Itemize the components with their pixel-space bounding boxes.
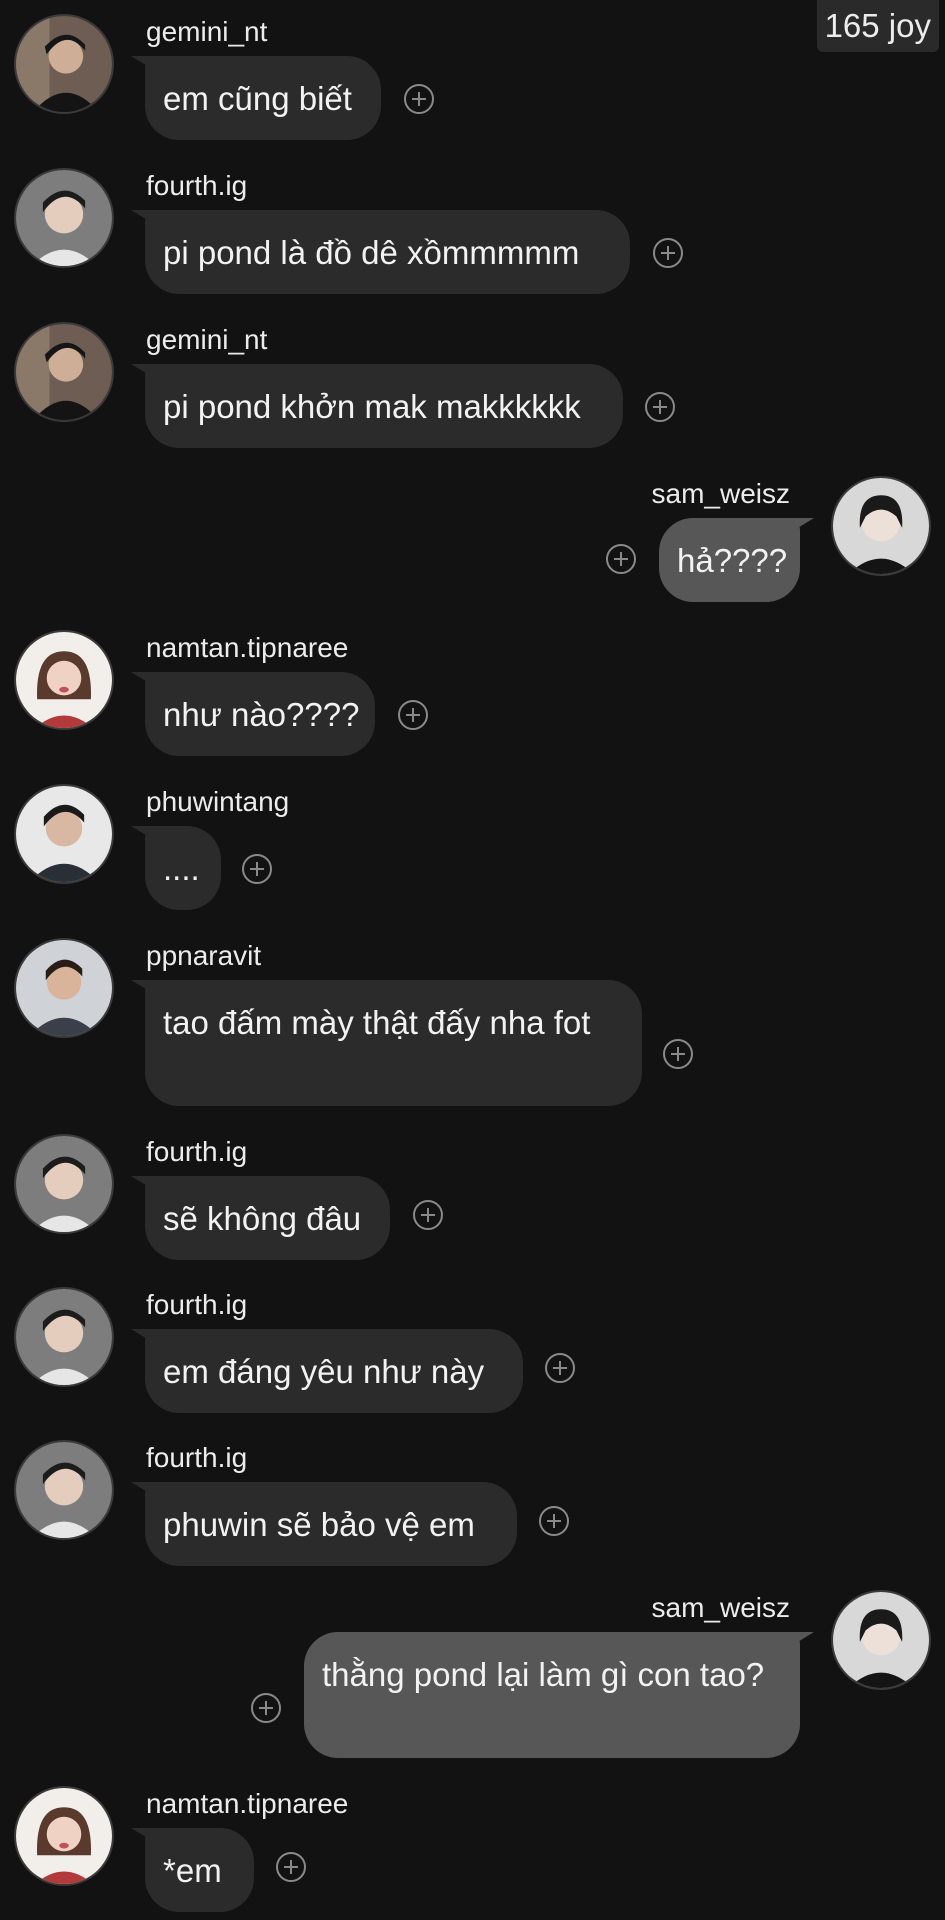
message-bubble[interactable]: em cũng biết: [145, 56, 381, 140]
username: fourth.ig: [146, 1289, 248, 1320]
avatar[interactable]: [831, 476, 931, 576]
add-reaction-icon[interactable]: [606, 544, 636, 574]
avatar[interactable]: [14, 630, 114, 730]
avatar[interactable]: [14, 322, 114, 422]
message-bubble[interactable]: ....: [145, 826, 221, 910]
message-bubble[interactable]: *em: [145, 1828, 254, 1912]
message-bubble[interactable]: pi pond khởn mak makkkkkk: [145, 364, 623, 448]
avatar[interactable]: [14, 1786, 114, 1886]
avatar[interactable]: [14, 168, 114, 268]
message-bubble[interactable]: tao đấm mày thật đấy nha fot: [145, 980, 642, 1106]
username: fourth.ig: [146, 1442, 248, 1473]
message-bubble[interactable]: em đáng yêu như này: [145, 1329, 523, 1413]
avatar[interactable]: [831, 1590, 931, 1690]
add-reaction-icon[interactable]: [413, 1200, 443, 1230]
message-bubble[interactable]: pi pond là đồ dê xồmmmmm: [145, 210, 630, 294]
avatar[interactable]: [14, 1134, 114, 1234]
add-reaction-icon[interactable]: [653, 238, 683, 268]
add-reaction-icon[interactable]: [242, 854, 272, 884]
username: gemini_nt: [146, 324, 268, 355]
add-reaction-icon[interactable]: [276, 1852, 306, 1882]
message-bubble[interactable]: thằng pond lại làm gì con tao?: [304, 1632, 800, 1758]
add-reaction-icon[interactable]: [398, 700, 428, 730]
message-bubble[interactable]: hả????: [659, 518, 800, 602]
add-reaction-icon[interactable]: [645, 392, 675, 422]
add-reaction-icon[interactable]: [404, 84, 434, 114]
username: fourth.ig: [146, 1136, 248, 1167]
username: namtan.tipnaree: [146, 632, 349, 663]
message-bubble[interactable]: sẽ không đâu: [145, 1176, 390, 1260]
avatar[interactable]: [14, 1440, 114, 1540]
username: sam_weisz: [651, 1592, 790, 1623]
username: sam_weisz: [651, 478, 790, 509]
add-reaction-icon[interactable]: [251, 1693, 281, 1723]
username: fourth.ig: [146, 170, 248, 201]
username: ppnaravit: [146, 940, 262, 971]
avatar[interactable]: [14, 14, 114, 114]
avatar[interactable]: [14, 938, 114, 1038]
add-reaction-icon[interactable]: [539, 1506, 569, 1536]
points-badge: 165 joy: [816, 0, 939, 52]
username: namtan.tipnaree: [146, 1788, 349, 1819]
avatar[interactable]: [14, 1287, 114, 1387]
username: phuwintang: [146, 786, 290, 817]
add-reaction-icon[interactable]: [663, 1039, 693, 1069]
message-bubble[interactable]: phuwin sẽ bảo vệ em: [145, 1482, 517, 1566]
username: gemini_nt: [146, 16, 268, 47]
message-bubble[interactable]: như nào????: [145, 672, 375, 756]
avatar[interactable]: [14, 784, 114, 884]
add-reaction-icon[interactable]: [545, 1353, 575, 1383]
